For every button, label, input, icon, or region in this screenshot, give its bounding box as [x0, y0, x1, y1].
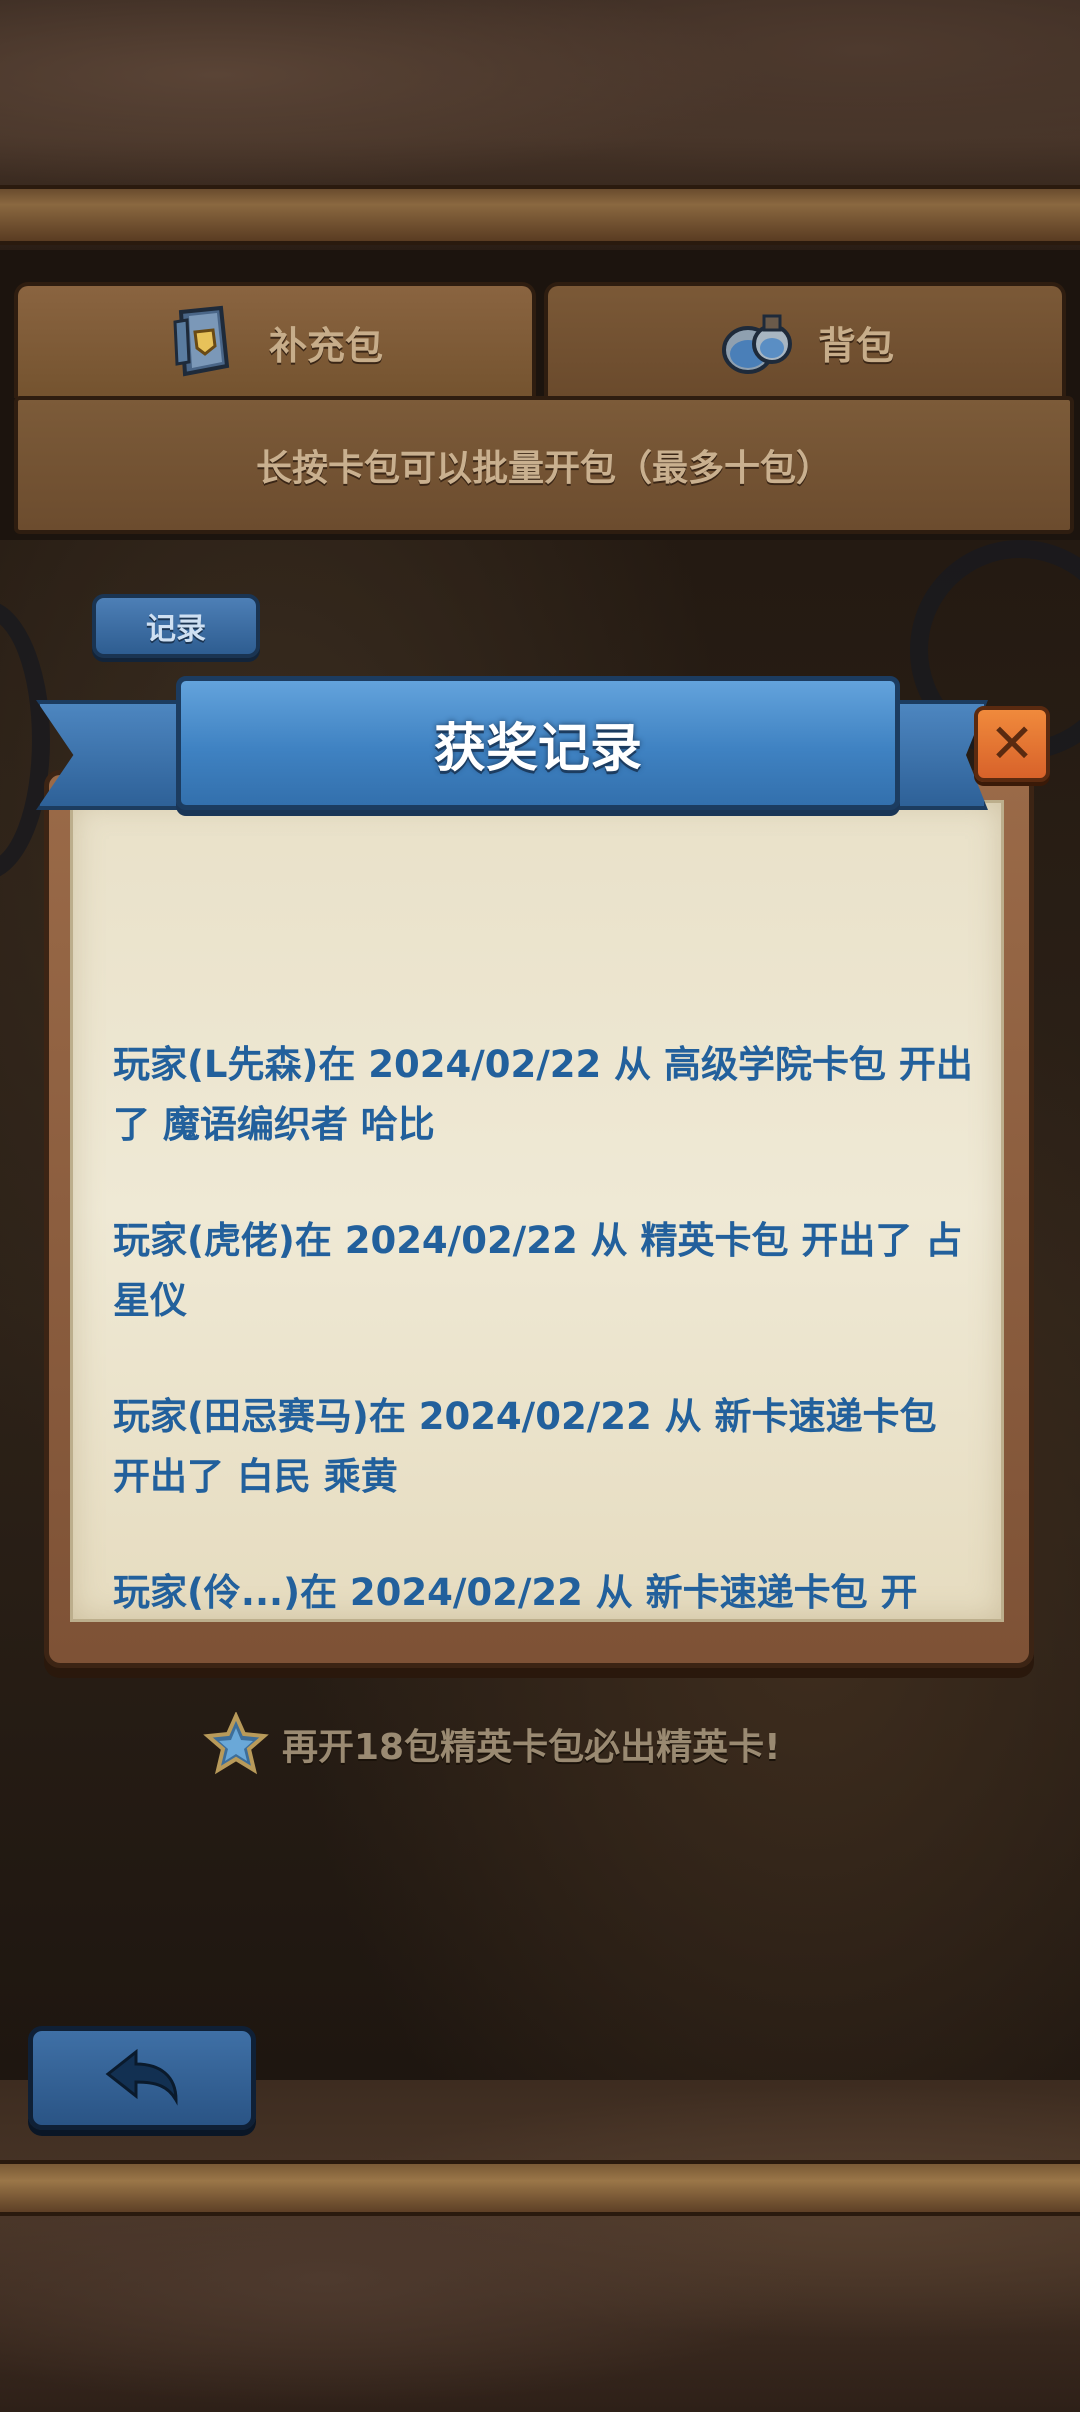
back-arrow-icon	[105, 2048, 178, 2106]
screen: 补充包 背包 长按卡包可以批量开包（最多十包） 记录 玩家(L先森)在 2024…	[0, 0, 1080, 2412]
pity-hint: 再开18包精英卡包必出精英卡!	[200, 1712, 781, 1776]
top-rail	[0, 185, 1080, 245]
dialog-title: 获奖记录	[433, 718, 642, 779]
card-pack-icon	[173, 305, 230, 377]
close-button[interactable]: ✕	[974, 706, 1050, 782]
record-item: 玩家(L先森)在 2024/02/22 从 高级学院卡包 开出了 魔语编织者 哈…	[113, 1043, 973, 1146]
close-icon: ✕	[989, 712, 1035, 775]
tab-supply-pack-label: 补充包	[268, 323, 383, 368]
record-list: 玩家(L先森)在 2024/02/22 从 高级学院卡包 开出了 魔语编织者 哈…	[113, 1035, 973, 1619]
tab-supply-pack[interactable]: 补充包	[14, 282, 536, 398]
record-item: 玩家(虎佬)在 2024/02/22 从 精英卡包 开出了 占星仪	[113, 1219, 963, 1322]
record-button-label: 记录	[146, 612, 206, 647]
batch-open-hint: 长按卡包可以批量开包（最多十包）	[255, 448, 832, 489]
pity-hint-text: 再开18包精英卡包必出精英卡!	[282, 1727, 781, 1768]
reward-record-panel[interactable]: 玩家(L先森)在 2024/02/22 从 高级学院卡包 开出了 魔语编织者 哈…	[70, 800, 1004, 1622]
back-button[interactable]	[28, 2026, 256, 2130]
tab-backpack-label: 背包	[817, 323, 894, 368]
bottom-rail	[0, 2160, 1080, 2216]
star-icon	[203, 1712, 269, 1775]
potion-bag-icon	[721, 314, 792, 374]
record-item: 玩家(田忌赛马)在 2024/02/22 从 新卡速递卡包 开出了 白民 乘黄	[113, 1395, 937, 1498]
record-item: 玩家(伶...)在 2024/02/22 从 新卡速递卡包 开出...	[113, 1571, 918, 1614]
dialog-title-banner: 获奖记录	[176, 676, 900, 810]
tab-backpack[interactable]: 背包	[544, 282, 1066, 398]
record-button[interactable]: 记录	[92, 594, 260, 658]
batch-open-hint-bar: 长按卡包可以批量开包（最多十包）	[14, 396, 1074, 534]
